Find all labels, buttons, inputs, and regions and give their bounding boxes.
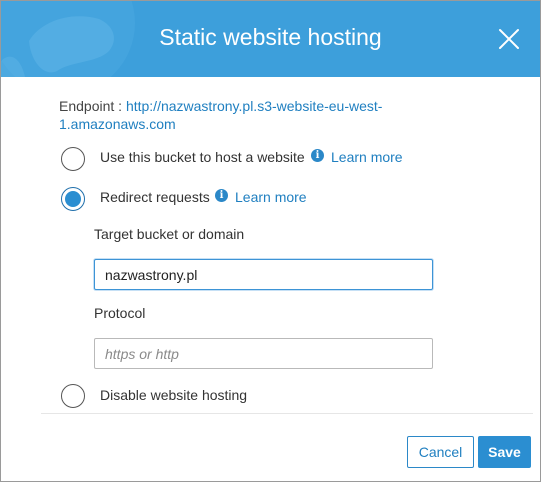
target-bucket-input[interactable] [94,259,433,290]
host-website-radio[interactable] [61,147,85,171]
close-icon[interactable] [497,27,521,51]
save-button[interactable]: Save [478,436,531,468]
endpoint-label: Endpoint : [59,98,126,114]
endpoint-url-link-continued[interactable]: 1.amazonaws.com [59,116,176,132]
endpoint-url-link[interactable]: http://nazwastrony.pl.s3-website-eu-west… [126,98,383,114]
dialog-header: Static website hosting [1,1,540,77]
redirect-requests-label: Redirect requests [100,189,210,205]
footer-divider [41,413,533,414]
host-website-label: Use this bucket to host a website [100,149,305,165]
static-website-hosting-dialog: Static website hosting Endpoint : http:/… [0,0,541,482]
target-bucket-label: Target bucket or domain [94,226,245,242]
endpoint-info: Endpoint : http://nazwastrony.pl.s3-webs… [59,97,409,133]
host-website-learn-more-link[interactable]: Learn more [331,149,403,165]
disable-hosting-label: Disable website hosting [100,387,248,403]
redirect-requests-learn-more-link[interactable]: Learn more [235,189,307,205]
redirect-requests-radio[interactable] [61,187,85,211]
protocol-label: Protocol [94,305,146,321]
cancel-button[interactable]: Cancel [407,436,474,468]
dialog-title: Static website hosting [159,24,382,50]
protocol-input[interactable] [94,338,433,369]
info-icon[interactable]: i [311,149,324,162]
info-icon[interactable]: i [215,189,228,202]
disable-hosting-radio[interactable] [61,384,85,408]
